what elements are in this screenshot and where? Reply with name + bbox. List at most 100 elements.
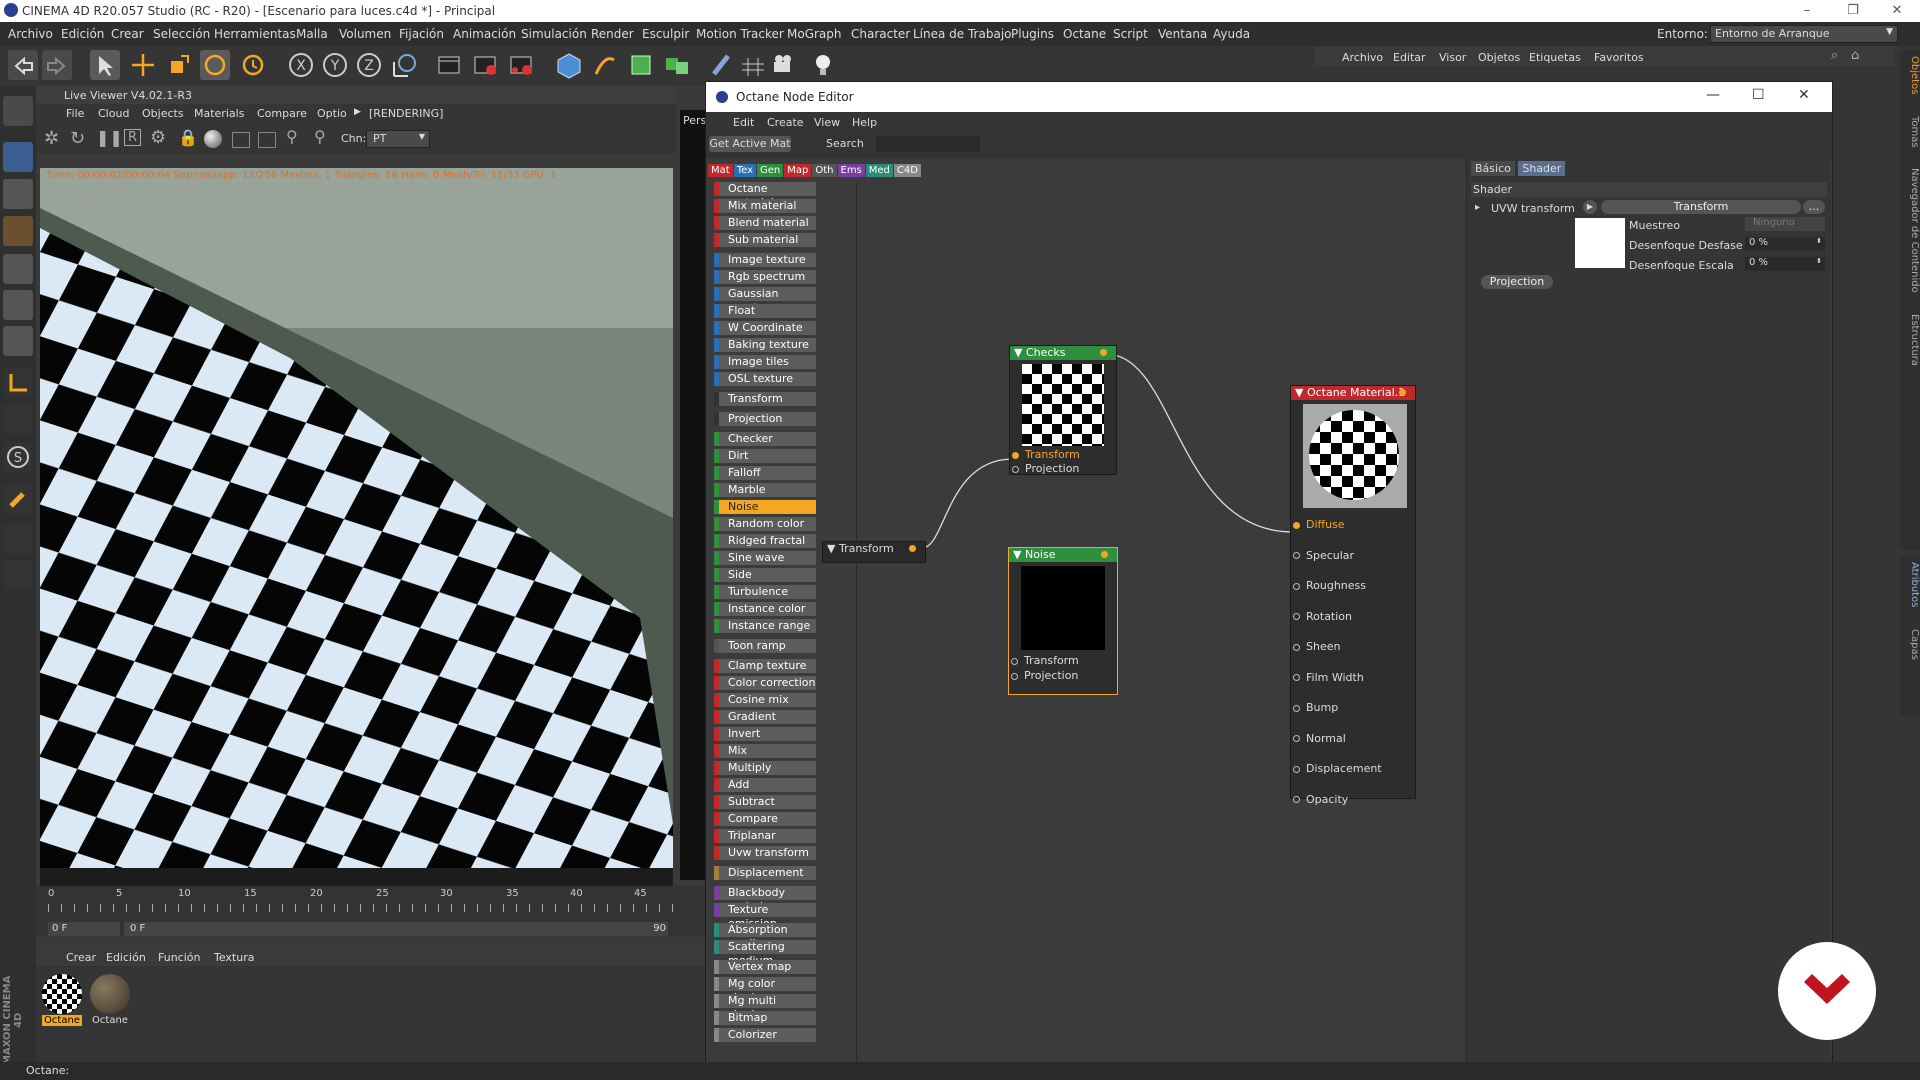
- menu-motion-tracker[interactable]: Motion Tracker: [696, 27, 784, 41]
- checks-pin-transform[interactable]: Transform: [1012, 448, 1080, 461]
- menu-malla[interactable]: Malla: [296, 27, 328, 41]
- frame-field[interactable]: 0 F: [48, 922, 120, 936]
- x-axis-icon[interactable]: X: [286, 50, 316, 80]
- material-slot[interactable]: Octane: [90, 974, 130, 1028]
- lv-menu-file[interactable]: File: [66, 107, 84, 120]
- material-pin[interactable]: Opacity: [1293, 793, 1405, 806]
- cloner-icon[interactable]: [662, 50, 692, 80]
- uvw-more-button[interactable]: ...: [1803, 200, 1825, 214]
- close-icon[interactable]: ✕: [1874, 0, 1920, 22]
- tab-atributos[interactable]: Atributos: [1909, 562, 1920, 607]
- mm-menu-textura[interactable]: Textura: [214, 951, 254, 964]
- mm-menu-funcion[interactable]: Función: [158, 951, 200, 964]
- pen-tool-icon[interactable]: [590, 50, 620, 80]
- checks-node-header[interactable]: ▼ Checks: [1010, 346, 1116, 360]
- octane-material-node[interactable]: ▼ Octane Material.1 Diffuse Specular Rough…: [1290, 385, 1416, 806]
- om-menu-archivo[interactable]: Archivo: [1342, 51, 1383, 64]
- menu-archivo[interactable]: Archivo: [8, 27, 53, 41]
- minimize-icon[interactable]: —: [1706, 87, 1720, 103]
- menu-fijacion[interactable]: Fijación: [399, 27, 444, 41]
- material-pin[interactable]: Roughness: [1293, 579, 1405, 592]
- camera-icon[interactable]: [770, 50, 800, 80]
- menu-volumen[interactable]: Volumen: [339, 27, 391, 41]
- material-pin[interactable]: Sheen: [1293, 640, 1405, 653]
- grid-workplane-icon[interactable]: [3, 560, 33, 590]
- checks-node[interactable]: ▼ Checks Transform Projection: [1009, 345, 1117, 475]
- input-pin-icon[interactable]: [1293, 674, 1300, 681]
- output-pin-icon[interactable]: [1101, 551, 1108, 558]
- output-pin-icon[interactable]: [1399, 389, 1406, 396]
- tab-estructura[interactable]: Estructura: [1909, 314, 1920, 366]
- cube-primitive-icon[interactable]: [554, 50, 584, 80]
- undo-icon[interactable]: [8, 50, 38, 80]
- minimize-icon[interactable]: –: [1784, 0, 1830, 22]
- redo-icon[interactable]: [42, 50, 72, 80]
- menu-crear[interactable]: Crear: [111, 27, 144, 41]
- frame-range-slider[interactable]: 0 F 90: [124, 922, 668, 936]
- polygons-mode-icon[interactable]: [3, 326, 33, 356]
- lv-clay-icon[interactable]: [258, 132, 276, 148]
- desenfoque-escala-field[interactable]: 0 % ⬍: [1745, 257, 1825, 271]
- transform-node-header[interactable]: ▼ Transform: [823, 542, 925, 556]
- search-icon[interactable]: ⌕: [1831, 48, 1838, 63]
- input-pin-icon[interactable]: [1293, 521, 1300, 529]
- texture-mode-icon[interactable]: [3, 179, 33, 209]
- om-menu-favoritos[interactable]: Favoritos: [1594, 51, 1644, 64]
- menu-render[interactable]: Render: [591, 27, 634, 41]
- lv-material-preview-icon[interactable]: [204, 130, 222, 148]
- noise-node-header[interactable]: ▼ Noise: [1009, 548, 1117, 562]
- menu-plugins[interactable]: Plugins: [1011, 27, 1054, 41]
- move-tool-icon[interactable]: [128, 50, 158, 80]
- render-viewport[interactable]: Time: 00:00:02/00:00:04 Spp/maxspp: 13/2…: [40, 168, 673, 891]
- render-settings-icon[interactable]: [506, 50, 536, 80]
- workplane-mode-icon[interactable]: [3, 216, 33, 246]
- menu-octane[interactable]: Octane: [1063, 27, 1106, 41]
- world-coord-icon[interactable]: [390, 50, 420, 80]
- menu-herramientas[interactable]: Herramientas: [214, 27, 296, 41]
- transform-node[interactable]: ▼ Transform: [822, 541, 926, 563]
- lv-menu-compare[interactable]: Compare: [257, 107, 307, 120]
- projection-button[interactable]: Projection: [1481, 275, 1553, 289]
- input-pin-icon[interactable]: [1293, 552, 1300, 559]
- lv-refresh-icon[interactable]: ↻: [70, 128, 85, 149]
- spinner-icon[interactable]: ⬍: [1816, 257, 1822, 265]
- lv-menu-objects[interactable]: Objects: [142, 107, 184, 120]
- tweak-mode-icon[interactable]: [3, 404, 33, 434]
- node-list-item[interactable]: Bitmap: [714, 1011, 816, 1025]
- lv-menu-materials[interactable]: Materials: [194, 107, 244, 120]
- expand-arrow-icon[interactable]: ▸: [1475, 202, 1480, 213]
- menu-script[interactable]: Script: [1113, 27, 1148, 41]
- uvw-transform-button[interactable]: Transform: [1601, 200, 1801, 214]
- tab-navegador[interactable]: Navegador de Contenido: [1909, 168, 1920, 293]
- noise-pin-projection[interactable]: Projection: [1011, 669, 1078, 682]
- tab-objetos[interactable]: Objetos: [1909, 56, 1920, 94]
- maximize-icon[interactable]: ☐: [1752, 87, 1765, 103]
- render-view-icon[interactable]: [434, 50, 464, 80]
- model-mode-icon[interactable]: [3, 142, 33, 172]
- y-axis-icon[interactable]: Y: [320, 50, 350, 80]
- material-slot[interactable]: Octane: [42, 974, 82, 1028]
- input-pin-icon[interactable]: [1293, 704, 1300, 712]
- spinner-icon[interactable]: ⬍: [1816, 237, 1822, 245]
- grid-lock-icon[interactable]: [3, 524, 33, 554]
- noise-node[interactable]: ▼ Noise Transform Projection: [1008, 547, 1118, 695]
- input-pin-icon[interactable]: [1293, 735, 1300, 742]
- floor-icon[interactable]: [738, 50, 768, 80]
- lv-pin-icon[interactable]: ⚲: [286, 127, 298, 146]
- menu-ventana[interactable]: Ventana: [1158, 27, 1207, 41]
- lv-chn-select[interactable]: PT ▼: [366, 130, 430, 148]
- menu-edicion[interactable]: Edición: [61, 27, 104, 41]
- tab-capas[interactable]: Capas: [1909, 629, 1920, 660]
- desenfoque-desfase-field[interactable]: 0 % ⬍: [1745, 237, 1825, 251]
- material-pin[interactable]: Rotation: [1293, 610, 1405, 623]
- close-icon[interactable]: ✕: [1798, 87, 1810, 103]
- viewport-tab[interactable]: Pers: [683, 114, 706, 127]
- material-pin[interactable]: Diffuse: [1293, 518, 1405, 531]
- output-pin-icon[interactable]: [1100, 349, 1107, 356]
- material-pin[interactable]: Normal: [1293, 732, 1405, 745]
- scale-tool-icon[interactable]: [164, 50, 194, 80]
- subdivision-icon[interactable]: [626, 50, 656, 80]
- material-pin[interactable]: Specular: [1293, 549, 1405, 562]
- axis-mode-icon[interactable]: [3, 368, 33, 398]
- light-icon[interactable]: [808, 50, 838, 80]
